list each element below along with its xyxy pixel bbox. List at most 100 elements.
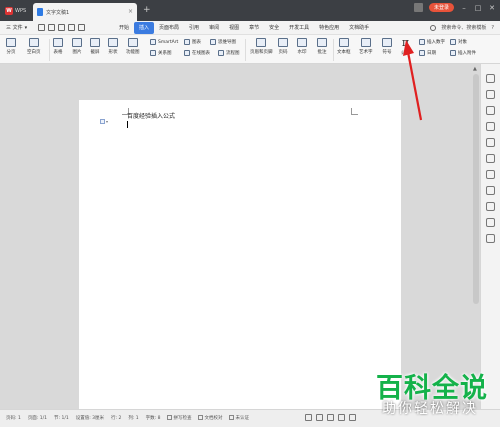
help-button[interactable]: ? [491,25,494,31]
document-page[interactable]: 百度经验插入公式 [79,100,401,410]
outline-view-icon[interactable] [327,414,334,421]
chart-button[interactable]: 图表 [184,39,201,45]
blank-page-label: 空白页 [27,50,41,55]
flowchart-button[interactable]: 流程图 [218,50,240,56]
select-icon[interactable] [486,90,495,99]
ribbon-divider [245,39,246,61]
flowchart-icon [218,50,224,56]
margin-corner-mark [351,108,358,115]
smartart-label: SmartArt [158,39,179,45]
page-view-icon[interactable] [316,414,323,421]
star-icon[interactable] [486,154,495,163]
tab-review[interactable]: 审阅 [204,22,224,34]
scroll-up-icon[interactable]: ▲ [473,66,479,72]
login-button[interactable]: 未登录 [428,3,454,12]
smartart-icon [150,39,156,45]
wps-home-tab[interactable]: W WPS [2,4,32,18]
tab-developer[interactable]: 开发工具 [284,22,314,34]
watermark-button[interactable]: 水印 [297,38,307,55]
tab-references[interactable]: 引用 [184,22,204,34]
new-tab-button[interactable]: + [143,5,151,15]
uncertified[interactable]: 未认证 [229,415,249,421]
page-number-icon [278,38,288,47]
tab-insert[interactable]: 插入 [134,22,155,34]
search-command[interactable]: 搜索命令、搜索模板 [441,24,486,31]
word-art-button[interactable]: 艺术字 [359,38,373,55]
page-break-button[interactable]: 分页 [6,38,16,55]
status-setting[interactable]: 设置值: 3厘米 [76,415,104,421]
eye-protect-icon[interactable] [305,414,312,421]
tab-view[interactable]: 视图 [224,22,244,34]
watermark-logo: 百科全说 助你轻松解决 [362,364,500,427]
text-box-button[interactable]: 文本框 [337,38,351,55]
window-layout-icon[interactable] [413,3,423,12]
read-view-icon[interactable] [338,414,345,421]
close-tab-icon[interactable]: × [128,8,133,15]
page-icon[interactable] [486,186,495,195]
picture-label: 图片 [72,50,82,55]
watermark-label: 水印 [297,50,307,55]
tab-special-apps[interactable]: 特色应用 [314,22,344,34]
layout-icon[interactable] [486,138,495,147]
table-button[interactable]: 表格 [53,38,63,55]
document-tab-label: 文字文稿1 [46,9,70,16]
symbol-button[interactable]: 符号 [382,38,392,55]
blank-page-button[interactable]: 空白页 [27,38,41,55]
status-word-count[interactable]: 字数: 8 [146,415,161,421]
mind-map-button[interactable]: 思维导图 [210,39,236,45]
chevron-down-icon: ▾ [106,119,109,124]
status-section[interactable]: 节: 1/1 [54,415,69,421]
print-icon[interactable] [48,24,55,31]
header-footer-button[interactable]: 页眉和页脚 [250,38,273,55]
redo-icon[interactable] [78,24,85,31]
tab-start[interactable]: 开始 [114,22,134,34]
shape-tool-icon[interactable] [486,106,495,115]
attachment-button[interactable]: 插入附件 [450,50,476,56]
status-pages[interactable]: 页面: 1/1 [28,415,47,421]
shape-button[interactable]: 形状 [108,38,118,55]
page-number-button[interactable]: 页码 [278,38,288,55]
info-icon[interactable] [486,234,495,243]
share-icon[interactable] [486,170,495,179]
quick-access-toolbar [38,24,85,31]
flowchart-label: 流程图 [226,51,240,56]
relation-chart-button[interactable]: 关系图 [150,50,172,56]
minimize-icon[interactable]: – [460,4,468,12]
save-icon[interactable] [38,24,45,31]
document-tab[interactable]: 文字文稿1 × [33,3,137,21]
document-text[interactable]: 百度经验插入公式 [127,111,175,120]
vertical-scrollbar[interactable] [473,74,479,304]
tab-chapter[interactable]: 章节 [244,22,264,34]
proofread-label: 文档校对 [204,416,223,421]
file-menu[interactable]: 三 文件 ▾ [6,24,27,32]
style-icon[interactable] [486,74,495,83]
header-footer-icon [256,38,267,47]
tab-page-layout[interactable]: 页面布局 [154,22,184,34]
format-icon[interactable] [486,122,495,131]
image-icon[interactable] [486,202,495,211]
smartart-button[interactable]: SmartArt [150,39,178,45]
spell-check[interactable]: 拼写检查 [167,415,191,421]
paragraph-layout-button[interactable]: ▾ [100,119,108,124]
word-art-icon [360,38,371,47]
page-break-label: 分页 [6,50,16,55]
close-window-icon[interactable]: ✕ [488,4,496,12]
doc-proofread[interactable]: 文档校对 [198,415,222,421]
web-view-icon[interactable] [349,414,356,421]
comment-button[interactable]: 批注 [317,38,327,55]
object-button[interactable]: 对象 [450,39,467,45]
backup-icon[interactable] [486,218,495,227]
title-bar-right: 未登录 – □ ✕ [413,3,496,12]
screenshot-button[interactable]: 截屏 [90,38,100,55]
attachment-icon [450,50,456,56]
function-chart-button[interactable]: 功能图 [126,38,140,55]
shape-icon [108,38,118,47]
tab-doc-assistant[interactable]: 文档助手 [344,22,374,34]
status-page-number[interactable]: 页码: 1 [6,415,21,421]
picture-button[interactable]: 图片 [72,38,82,55]
online-chart-button[interactable]: 在线图表 [184,50,210,56]
tab-security[interactable]: 安全 [264,22,284,34]
maximize-icon[interactable]: □ [474,4,482,12]
preview-icon[interactable] [58,24,65,31]
undo-icon[interactable] [68,24,75,31]
